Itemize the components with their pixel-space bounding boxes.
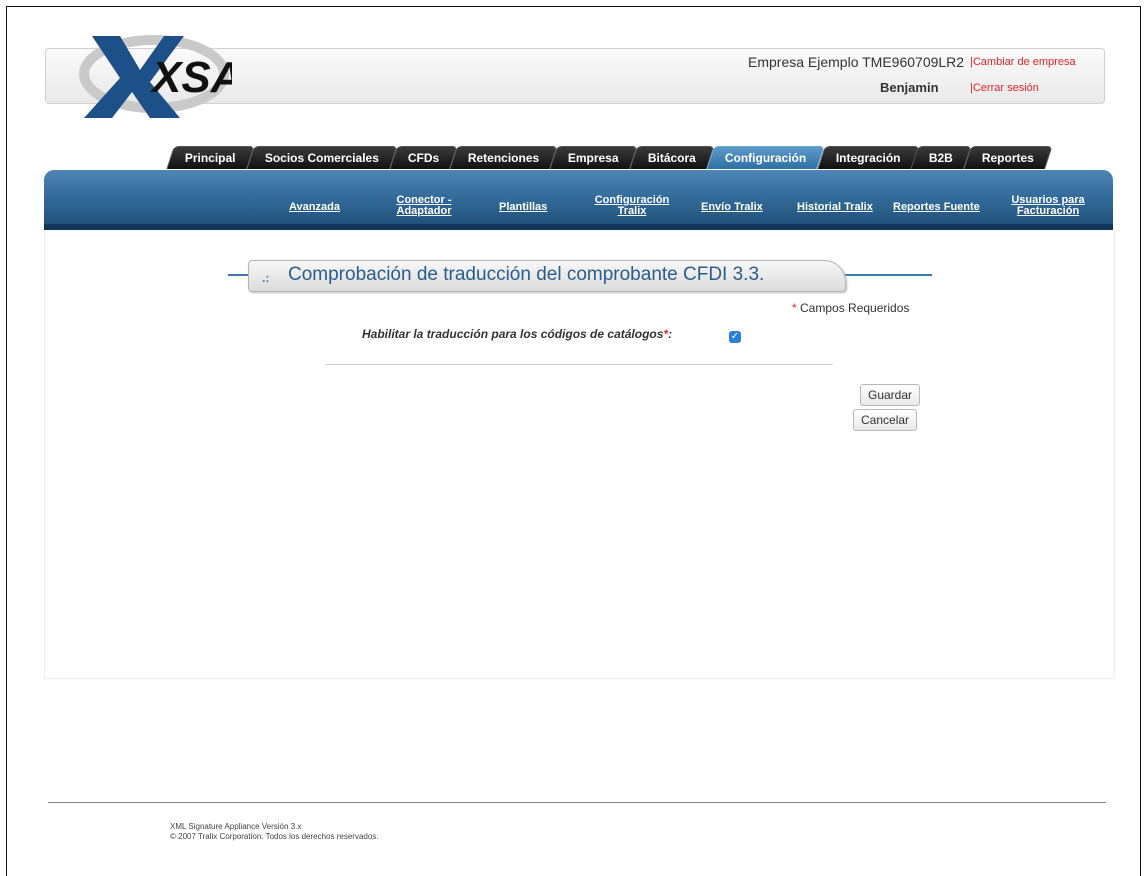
logout-link[interactable]: |Cerrar sesión [970,82,1039,94]
cancel-button[interactable]: Cancelar [853,409,918,431]
footer-text: XML Signature Appliance Versión 3.x © 20… [170,822,379,842]
footer-copyright: © 2007 Tralix Corporation. Todos los der… [170,832,379,841]
subnav-avanzada[interactable]: Avanzada [289,202,340,213]
subnav-configuracion-tralix[interactable]: Configuración Tralix [584,195,680,217]
tab-reportes[interactable]: Reportes [963,146,1053,169]
form-divider [326,364,833,365]
footer-rule [48,802,1106,803]
tab-socios-comerciales[interactable]: Socios Comerciales [245,146,398,169]
translation-field-label: Habilitar la traducción para los códigos… [362,327,673,341]
company-name: Empresa Ejemplo TME960709LR2 [748,54,965,70]
xsa-logo: XSA [79,35,232,118]
tab-retenciones[interactable]: Retenciones [449,146,559,169]
tab-integracion[interactable]: Integración [816,146,919,169]
footer-version: XML Signature Appliance Versión 3.x [170,822,302,831]
tab-configuracion[interactable]: Configuración [706,146,826,169]
required-fields-note: * Campos Requeridos [792,301,910,315]
change-company-link[interactable]: |Cambiar de empresa [970,56,1076,68]
sub-navigation-bar [44,170,1113,228]
tab-cfds[interactable]: CFDs [389,146,458,169]
enable-translation-checkbox[interactable]: ✓ [729,331,741,343]
subnav-envio-tralix[interactable]: Envío Tralix [701,202,763,213]
content-panel [44,230,1115,679]
bars-icon: .: [262,271,270,285]
subnav-usuarios-facturacion[interactable]: Usuarios para Facturación [1004,195,1092,217]
subnav-reportes-fuente[interactable]: Reportes Fuente [893,202,980,213]
subnav-historial-tralix[interactable]: Historial Tralix [797,202,873,213]
page-title: Comprobación de traducción del comproban… [288,264,765,285]
subnav-plantillas[interactable]: Plantillas [499,202,547,213]
logo-text: XSA [149,53,232,102]
tab-bitacora[interactable]: Bitácora [629,146,715,169]
main-tabs: Principal Socios Comerciales CFDs Retenc… [166,146,1053,170]
tab-principal[interactable]: Principal [166,146,255,169]
user-name: Benjamin [880,80,939,95]
save-button[interactable]: Guardar [860,384,921,406]
tab-b2b[interactable]: B2B [910,146,972,169]
tab-empresa[interactable]: Empresa [549,146,638,169]
subnav-conector-adaptador[interactable]: Conector - Adaptador [388,195,460,217]
